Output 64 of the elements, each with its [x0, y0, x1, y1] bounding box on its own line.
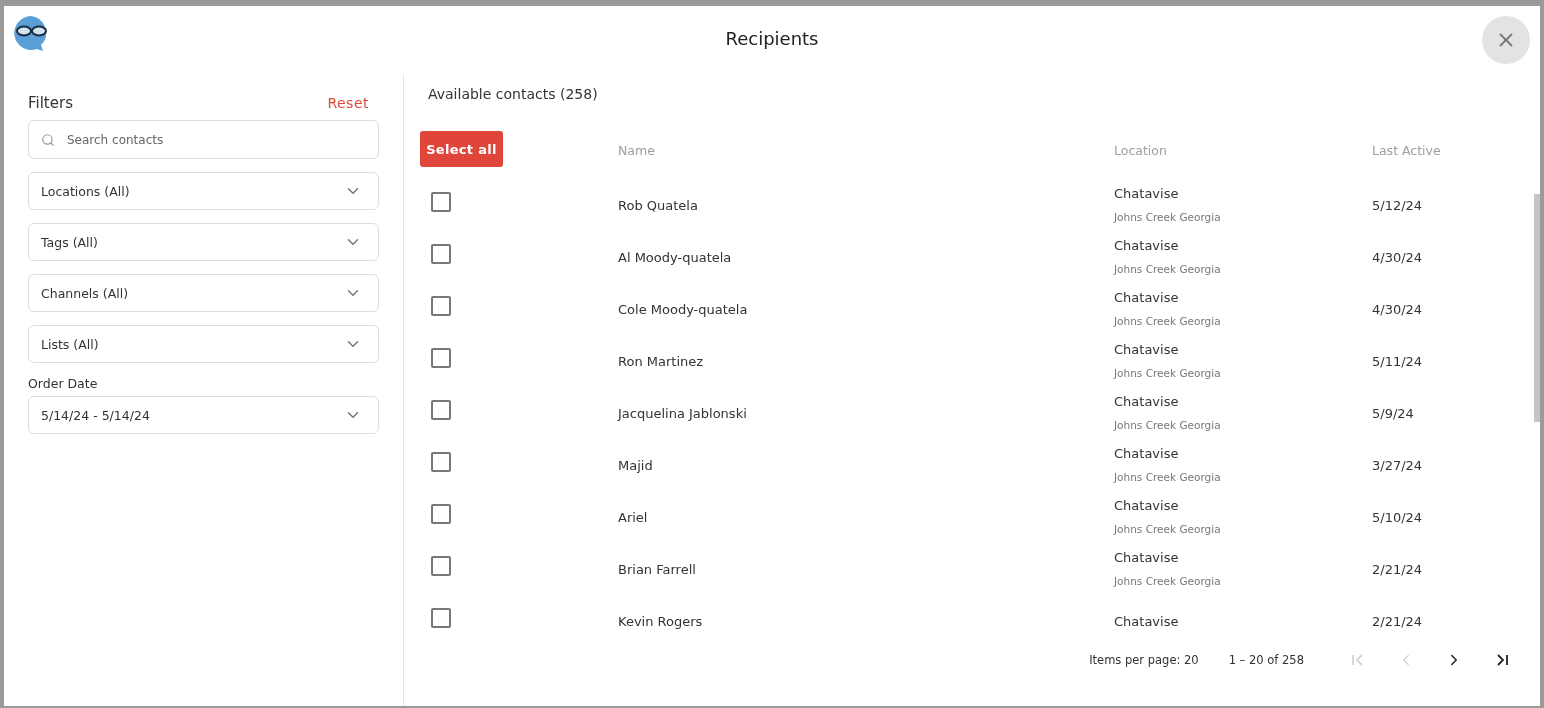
- contact-name: Cole Moody-quatela: [618, 301, 748, 317]
- checkbox[interactable]: [431, 400, 451, 420]
- contact-name: Al Moody-quatela: [618, 249, 732, 265]
- column-header: Location: [1114, 142, 1167, 158]
- checkbox[interactable]: [431, 296, 451, 316]
- filter-dropdown[interactable]: Locations (All): [28, 172, 379, 210]
- reset-link[interactable]: Reset: [327, 95, 369, 111]
- contact-name: Majid: [618, 457, 653, 473]
- last-active-date: 3/27/24: [1372, 457, 1423, 473]
- logo-icon: [12, 14, 50, 52]
- location-name: Chatavise: [1114, 498, 1179, 513]
- location-address: Johns Creek Georgia: [1114, 211, 1221, 223]
- location-address: Johns Creek Georgia: [1114, 263, 1221, 275]
- filter-dropdown[interactable]: Lists (All): [28, 325, 379, 363]
- items-per-page: Items per page: 20: [1089, 653, 1199, 667]
- last-active-date: 5/10/24: [1372, 509, 1423, 525]
- location-name: Chatavise: [1114, 394, 1179, 409]
- checkbox[interactable]: [431, 608, 451, 628]
- last-active-date: 4/30/24: [1372, 249, 1423, 265]
- contact-name: Rob Quatela: [618, 197, 698, 213]
- last-active-date: 5/11/24: [1372, 353, 1423, 369]
- location-address: Johns Creek Georgia: [1114, 575, 1221, 587]
- contact-name: Ariel: [618, 509, 648, 525]
- contact-name: Brian Farrell: [618, 561, 696, 577]
- location-address: Johns Creek Georgia: [1114, 315, 1221, 327]
- location-address: Johns Creek Georgia: [1114, 523, 1221, 535]
- location-name: Chatavise: [1114, 186, 1179, 201]
- last-active-date: 2/21/24: [1372, 561, 1423, 577]
- page-range: 1 – 20 of 258: [1228, 653, 1304, 667]
- location-address: Johns Creek Georgia: [1114, 419, 1221, 431]
- last-active-date: 5/12/24: [1372, 197, 1423, 213]
- contact-name: Ron Martinez: [618, 353, 704, 369]
- contact-name: Kevin Rogers: [618, 613, 703, 629]
- location-address: Johns Creek Georgia: [1114, 471, 1221, 483]
- location-name: Chatavise: [1114, 613, 1179, 629]
- contacts-heading: Available contacts (258): [428, 86, 599, 104]
- search-field[interactable]: Search contacts: [28, 120, 379, 159]
- last-active-date: 2/21/24: [1372, 613, 1423, 629]
- checkbox[interactable]: [431, 504, 451, 524]
- search-icon: [41, 132, 55, 147]
- filters-heading: Filters: [28, 94, 73, 112]
- filter-dropdown[interactable]: Channels (All): [28, 274, 379, 312]
- dialog-title: Recipients: [725, 27, 819, 49]
- location-address: Johns Creek Georgia: [1114, 367, 1221, 379]
- close-button[interactable]: [1482, 16, 1530, 64]
- location-name: Chatavise: [1114, 446, 1179, 461]
- location-name: Chatavise: [1114, 238, 1179, 253]
- contact-name: Jacquelina Jablonski: [618, 405, 747, 421]
- last-active-date: 5/9/24: [1372, 405, 1414, 421]
- column-header: Name: [618, 142, 655, 158]
- date-dropdown[interactable]: 5/14/24 - 5/14/24: [28, 396, 379, 434]
- checkbox[interactable]: [431, 452, 451, 472]
- checkbox[interactable]: [431, 348, 451, 368]
- location-name: Chatavise: [1114, 550, 1179, 565]
- last-active-date: 4/30/24: [1372, 301, 1423, 317]
- location-name: Chatavise: [1114, 290, 1179, 305]
- checkbox[interactable]: [431, 192, 451, 212]
- checkbox[interactable]: [431, 556, 451, 576]
- order-date-label: Order Date: [28, 376, 99, 391]
- column-header: Last Active: [1372, 142, 1441, 158]
- location-name: Chatavise: [1114, 342, 1179, 357]
- filter-dropdown[interactable]: Tags (All): [28, 223, 379, 261]
- checkbox[interactable]: [431, 244, 451, 264]
- select-all-button[interactable]: Select all: [420, 131, 503, 167]
